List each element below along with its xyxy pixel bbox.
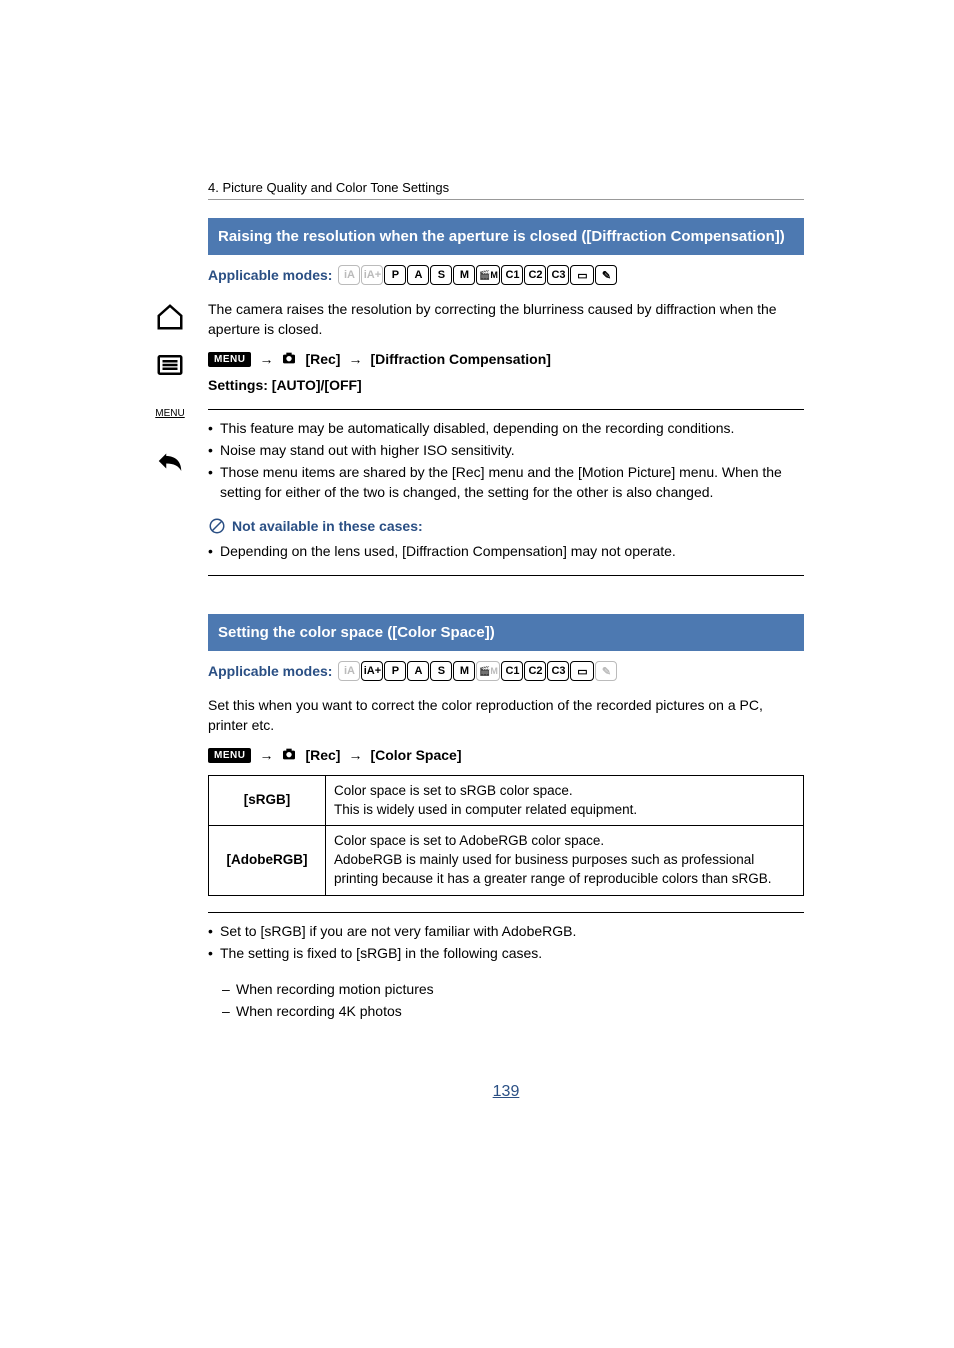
mode-icon: C2 [524, 265, 546, 285]
option-name: [AdobeRGB] [209, 826, 326, 896]
menu-pill-icon: MENU [208, 352, 251, 367]
section1-applicable-modes: Applicable modes: iAiA+PASM🎬MC1C2C3▭✎ [208, 265, 804, 285]
applicable-label: Applicable modes: [208, 663, 332, 679]
arrow-icon: → [259, 747, 273, 763]
arrow-icon: → [348, 747, 362, 763]
menu-text-icon[interactable]: MENU [153, 396, 187, 430]
section2-applicable-modes: Applicable modes: iAiA+PASM🎬MC1C2C3▭✎ [208, 661, 804, 681]
mode-icon: M [453, 661, 475, 681]
menu-item: [Diffraction Compensation] [370, 351, 550, 367]
mode-icon: iA+ [361, 265, 383, 285]
mode-icon: 🎬M [476, 265, 500, 285]
mode-icon: C2 [524, 661, 546, 681]
not-available-icon [208, 517, 226, 535]
menu-rec: [Rec] [305, 747, 340, 763]
section1-intro: The camera raises the resolution by corr… [208, 299, 804, 340]
breadcrumb: 4. Picture Quality and Color Tone Settin… [208, 180, 804, 200]
not-available-heading: Not available in these cases: [208, 517, 804, 535]
section2-notes: Set to [sRGB] if you are not very famili… [208, 921, 804, 964]
option-name: [sRGB] [209, 775, 326, 826]
camera-icon [281, 746, 297, 765]
mode-icon: ▭ [570, 265, 594, 285]
applicable-label: Applicable modes: [208, 267, 332, 283]
list-item: When recording 4K photos [222, 1000, 804, 1022]
mode-icon: C1 [501, 265, 523, 285]
page-content: 4. Picture Quality and Color Tone Settin… [208, 180, 954, 1101]
section2-subnotes: When recording motion picturesWhen recor… [222, 978, 804, 1023]
mode-icon: A [407, 265, 429, 285]
arrow-icon: → [259, 351, 273, 367]
section2-intro: Set this when you want to correct the co… [208, 695, 804, 736]
option-desc: Color space is set to AdobeRGB color spa… [326, 826, 804, 896]
mode-icon: S [430, 265, 452, 285]
mode-icon: ▭ [570, 661, 594, 681]
option-desc: Color space is set to sRGB color space.T… [326, 775, 804, 826]
list-item: When recording motion pictures [222, 978, 804, 1000]
contents-icon[interactable] [153, 348, 187, 382]
divider [208, 575, 804, 576]
menu-pill-icon: MENU [208, 748, 251, 763]
mode-icon: ✎ [595, 265, 617, 285]
mode-icon: P [384, 265, 406, 285]
list-item: Those menu items are shared by the [Rec]… [208, 462, 804, 503]
camera-icon [281, 350, 297, 369]
divider [208, 912, 804, 913]
section1-settings: Settings: [AUTO]/[OFF] [208, 377, 804, 393]
mode-icon: C3 [547, 661, 569, 681]
page-number[interactable]: 139 [208, 1083, 804, 1101]
mode-icon: iA [338, 661, 360, 681]
arrow-icon: → [348, 351, 362, 367]
mode-icon: C1 [501, 661, 523, 681]
menu-rec: [Rec] [305, 351, 340, 367]
section2-menu-path: MENU → [Rec] → [Color Space] [208, 746, 804, 765]
section1-menu-path: MENU → [Rec] → [Diffraction Compensation… [208, 350, 804, 369]
not-available-label: Not available in these cases: [232, 518, 423, 534]
mode-icon: iA+ [361, 661, 383, 681]
color-space-table: [sRGB]Color space is set to sRGB color s… [208, 775, 804, 896]
section1-heading: Raising the resolution when the aperture… [208, 218, 804, 255]
mode-icon: A [407, 661, 429, 681]
mode-icon: 🎬M [476, 661, 500, 681]
divider [208, 409, 804, 410]
table-row: [sRGB]Color space is set to sRGB color s… [209, 775, 804, 826]
back-icon[interactable] [153, 444, 187, 478]
home-icon[interactable] [153, 300, 187, 334]
mode-icon: C3 [547, 265, 569, 285]
section1-notes: This feature may be automatically disabl… [208, 418, 804, 503]
mode-icon: S [430, 661, 452, 681]
section1-na-notes: Depending on the lens used, [Diffraction… [208, 541, 804, 561]
mode-icons: iAiA+PASM🎬MC1C2C3▭✎ [338, 661, 617, 681]
section2-heading: Setting the color space ([Color Space]) [208, 614, 804, 651]
mode-icon: P [384, 661, 406, 681]
mode-icons: iAiA+PASM🎬MC1C2C3▭✎ [338, 265, 617, 285]
menu-item: [Color Space] [370, 747, 461, 763]
mode-icon: ✎ [595, 661, 617, 681]
table-row: [AdobeRGB]Color space is set to AdobeRGB… [209, 826, 804, 896]
list-item: Set to [sRGB] if you are not very famili… [208, 921, 804, 941]
mode-icon: M [453, 265, 475, 285]
list-item: Noise may stand out with higher ISO sens… [208, 440, 804, 460]
list-item: This feature may be automatically disabl… [208, 418, 804, 438]
sidebar: MENU [140, 180, 200, 1101]
list-item: Depending on the lens used, [Diffraction… [208, 541, 804, 561]
list-item: The setting is fixed to [sRGB] in the fo… [208, 943, 804, 963]
mode-icon: iA [338, 265, 360, 285]
